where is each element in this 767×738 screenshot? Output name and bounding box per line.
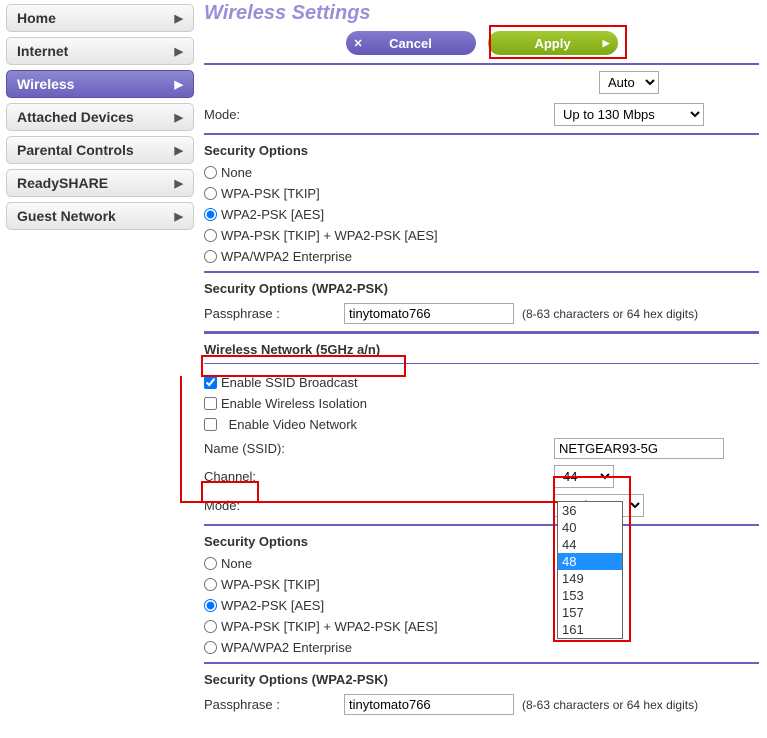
divider — [204, 63, 759, 65]
chevron-icon: ▶ — [175, 111, 183, 124]
security-sub-5: Security Options (WPA2-PSK) — [204, 668, 759, 691]
radio-enterprise-5[interactable] — [204, 641, 217, 654]
channel-option[interactable]: 40 — [558, 519, 622, 536]
divider — [204, 363, 759, 364]
radio-wpa-mix-24[interactable] — [204, 229, 217, 242]
ssid-input-5[interactable] — [554, 438, 724, 459]
heading-5ghz: Wireless Network (5GHz a/n) — [204, 338, 380, 361]
nav-internet[interactable]: Internet▶ — [6, 37, 194, 65]
security-options-5-title: Security Options — [204, 530, 759, 553]
page-title: Wireless Settings — [204, 2, 759, 25]
nav-readyshare[interactable]: ReadySHARE▶ — [6, 169, 194, 197]
radio-none-24[interactable] — [204, 166, 217, 179]
passphrase-input-5[interactable] — [344, 694, 514, 715]
radio-none-5[interactable] — [204, 557, 217, 570]
channel-option[interactable]: 149 — [558, 570, 622, 587]
nav-guest-network[interactable]: Guest Network▶ — [6, 202, 194, 230]
chevron-icon: ▶ — [175, 144, 183, 157]
chevron-icon: ▶ — [175, 45, 183, 58]
divider — [204, 662, 759, 664]
channel-option[interactable]: 161 — [558, 621, 622, 638]
chk-ssid-broadcast[interactable] — [204, 376, 217, 389]
chk-wireless-isolation[interactable] — [204, 397, 217, 410]
mode-24-select[interactable]: Up to 130 Mbps — [554, 103, 704, 126]
chevron-icon: ▶ — [175, 177, 183, 190]
nav-parental-controls[interactable]: Parental Controls▶ — [6, 136, 194, 164]
channel-option[interactable]: 157 — [558, 604, 622, 621]
passphrase-label-5: Passphrase : — [204, 697, 344, 712]
chevron-icon: ▶ — [175, 210, 183, 223]
chevron-icon: ▶ — [175, 78, 183, 91]
radio-enterprise-24[interactable] — [204, 250, 217, 263]
nav-attached-devices[interactable]: Attached Devices▶ — [6, 103, 194, 131]
radio-wpa2-aes-24[interactable] — [204, 208, 217, 221]
security-options-24-title: Security Options — [204, 139, 759, 162]
nav-wireless[interactable]: Wireless▶ — [6, 70, 194, 98]
security-sub-24: Security Options (WPA2-PSK) — [204, 277, 759, 300]
passphrase-label-24: Passphrase : — [204, 306, 344, 321]
channel-24-select[interactable]: Auto — [599, 71, 659, 94]
radio-wpa-tkip-5[interactable] — [204, 578, 217, 591]
chk-video-network[interactable] — [204, 418, 217, 431]
apply-button[interactable]: Apply — [488, 31, 618, 55]
label-ssid-5: Name (SSID): — [204, 441, 554, 456]
sidebar: Home▶ Internet▶ Wireless▶ Attached Devic… — [0, 0, 200, 738]
divider — [204, 133, 759, 135]
cancel-button[interactable]: Cancel — [346, 31, 476, 55]
channel-5-dropdown-open[interactable]: 36 40 44 48 149 153 157 161 — [557, 501, 623, 639]
chevron-icon: ▶ — [175, 12, 183, 25]
passphrase-input-24[interactable] — [344, 303, 514, 324]
label-mode-5: Mode: — [204, 498, 554, 513]
channel-option[interactable]: 44 — [558, 536, 622, 553]
channel-option[interactable]: 36 — [558, 502, 622, 519]
radio-wpa2-aes-5[interactable] — [204, 599, 217, 612]
divider — [204, 271, 759, 273]
label-mode-24: Mode: — [204, 107, 554, 122]
divider — [204, 524, 759, 526]
divider — [204, 331, 759, 334]
passphrase-hint-5: (8-63 characters or 64 hex digits) — [522, 698, 698, 712]
channel-5-select[interactable]: 44 — [554, 465, 614, 488]
channel-option[interactable]: 153 — [558, 587, 622, 604]
nav-home[interactable]: Home▶ — [6, 4, 194, 32]
label-channel-5: Channel: — [204, 469, 554, 484]
channel-option[interactable]: 48 — [558, 553, 622, 570]
radio-wpa-tkip-24[interactable] — [204, 187, 217, 200]
passphrase-hint-24: (8-63 characters or 64 hex digits) — [522, 307, 698, 321]
radio-wpa-mix-5[interactable] — [204, 620, 217, 633]
